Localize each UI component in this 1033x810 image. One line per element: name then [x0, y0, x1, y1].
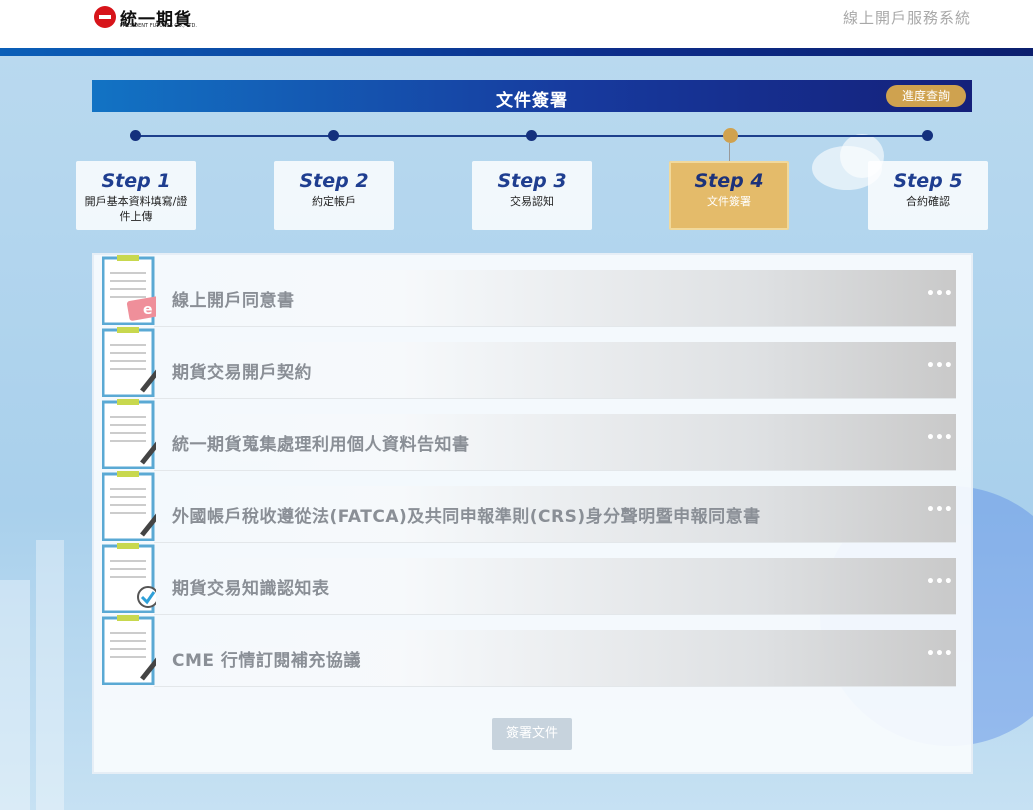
system-title: 線上開戶服務系統: [842, 9, 971, 27]
row-divider: [154, 326, 956, 327]
more-options-icon[interactable]: •••: [926, 574, 953, 594]
document-title: 期貨交易知識認知表: [172, 579, 330, 599]
sign-document-icon: [102, 615, 156, 685]
more-options-icon[interactable]: •••: [926, 430, 953, 450]
step-number: Step 3: [497, 170, 567, 192]
svg-text:e: e: [143, 302, 153, 318]
step-dot: [922, 130, 933, 141]
document-title: 線上開戶同意書: [172, 291, 295, 311]
document-title: 統一期貨蒐集處理利用個人資料告知書: [172, 435, 470, 455]
document-row[interactable]: 期貨交易知識認知表 •••: [102, 543, 956, 615]
step-4-card[interactable]: Step 4 文件簽署: [669, 161, 789, 230]
document-title: 外國帳戶稅收遵從法(FATCA)及共同申報準則(CRS)身分聲明暨申報同意書: [172, 507, 761, 527]
progress-query-button[interactable]: 進度查詢: [886, 85, 966, 107]
step-label: 交易認知: [510, 195, 554, 208]
step-number: Step 5: [893, 170, 963, 192]
company-logo[interactable]: 統一期貨 PRESIDENT FUTURES CO., LTD.: [94, 6, 204, 30]
more-options-icon[interactable]: •••: [926, 286, 953, 306]
document-title: 期貨交易開戶契約: [172, 363, 312, 383]
step-3-card[interactable]: Step 3 交易認知: [472, 161, 592, 230]
sign-document-icon: [102, 471, 156, 541]
logo-subtext: PRESIDENT FUTURES CO., LTD.: [120, 23, 197, 29]
step-number: Step 4: [694, 170, 764, 192]
step-label: 合約確認: [906, 195, 950, 208]
sign-document-icon: [102, 399, 156, 469]
document-row[interactable]: CME 行情訂閱補充協議 •••: [102, 615, 956, 687]
row-divider: [154, 686, 956, 687]
step-label: 文件簽署: [707, 195, 751, 208]
document-row[interactable]: 統一期貨蒐集處理利用個人資料告知書 •••: [102, 399, 956, 471]
document-row[interactable]: 期貨交易開戶契約 •••: [102, 327, 956, 399]
more-options-icon[interactable]: •••: [926, 502, 953, 522]
step-connector: [729, 143, 730, 161]
step-dot: [526, 130, 537, 141]
step-number: Step 1: [101, 170, 171, 192]
section-title-bar: 文件簽署 進度查詢: [92, 80, 972, 112]
row-divider: [154, 542, 956, 543]
step-dot-active: [723, 128, 738, 143]
step-dot: [130, 130, 141, 141]
header-band: [0, 48, 1033, 56]
logo-mark-icon: [94, 6, 116, 28]
row-divider: [154, 470, 956, 471]
step-1-card[interactable]: Step 1 開戶基本資料填寫/證件上傳: [76, 161, 196, 230]
more-options-icon[interactable]: •••: [926, 358, 953, 378]
step-label: 約定帳戶: [312, 195, 356, 208]
document-row[interactable]: 外國帳戶稅收遵從法(FATCA)及共同申報準則(CRS)身分聲明暨申報同意書 •…: [102, 471, 956, 543]
check-document-icon: [102, 543, 156, 613]
background-bar: [0, 580, 30, 810]
step-5-card[interactable]: Step 5 合約確認: [868, 161, 988, 230]
sign-document-icon: [102, 327, 156, 397]
page-title: 文件簽署: [496, 91, 568, 111]
background-bar: [36, 540, 64, 810]
step-number: Step 2: [299, 170, 369, 192]
row-divider: [154, 614, 956, 615]
e-document-icon: e: [102, 255, 156, 325]
row-divider: [154, 398, 956, 399]
step-label: 開戶基本資料填寫/證件上傳: [84, 195, 188, 223]
document-title: CME 行情訂閱補充協議: [172, 651, 361, 671]
step-2-card[interactable]: Step 2 約定帳戶: [274, 161, 394, 230]
more-options-icon[interactable]: •••: [926, 646, 953, 666]
document-row[interactable]: e 線上開戶同意書 •••: [102, 255, 956, 327]
step-dot: [328, 130, 339, 141]
top-header: 統一期貨 PRESIDENT FUTURES CO., LTD. 線上開戶服務系…: [0, 0, 1033, 48]
sign-documents-button[interactable]: 簽署文件: [492, 718, 572, 750]
